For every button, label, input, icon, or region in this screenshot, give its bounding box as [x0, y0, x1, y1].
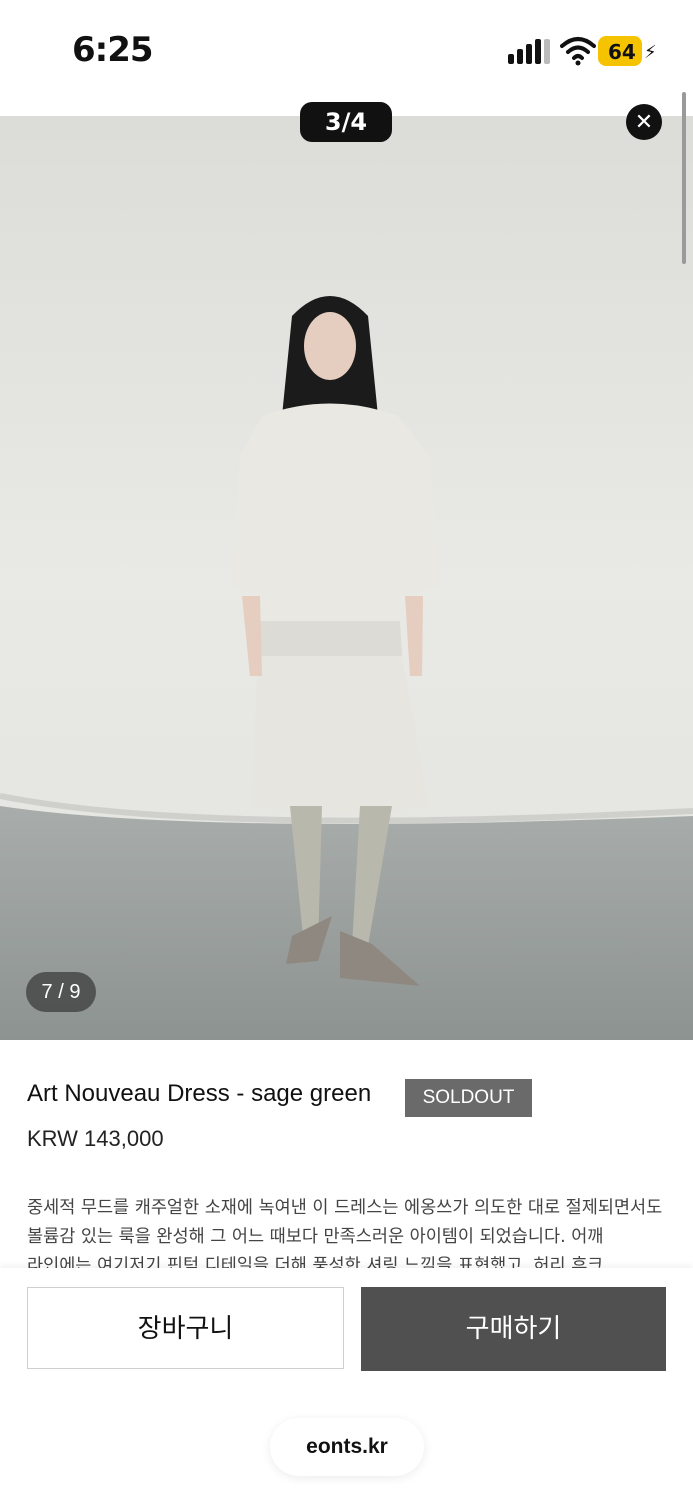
photo-counter: 7 / 9: [26, 972, 96, 1012]
close-icon[interactable]: ✕: [626, 104, 662, 140]
product-photo[interactable]: [0, 116, 693, 1040]
status-time: 6:25: [72, 30, 154, 70]
status-badge: SOLDOUT: [405, 1079, 532, 1117]
product-price: KRW 143,000: [27, 1126, 164, 1151]
charging-bolt-icon: ⚡: [644, 42, 657, 62]
product-photo-illustration: [0, 116, 693, 1040]
signal-icon: [508, 39, 550, 64]
wifi-icon: [560, 37, 596, 66]
buy-now-button[interactable]: 구매하기: [361, 1287, 666, 1371]
product-description: 중세적 무드를 캐주얼한 소재에 녹여낸 이 드레스는 에옹쓰가 의도한 대로 …: [27, 1198, 663, 1269]
battery-icon: 64 ⚡: [598, 36, 657, 66]
add-to-cart-button[interactable]: 장바구니: [27, 1287, 344, 1369]
status-bar: 6:25 64 ⚡: [0, 0, 693, 110]
scrollbar[interactable]: [682, 92, 686, 264]
battery-percent: 64: [608, 40, 636, 64]
gallery-counter: 3/4: [300, 102, 392, 142]
product-title: Art Nouveau Dress - sage green: [27, 1080, 372, 1107]
address-bar[interactable]: eonts.kr: [270, 1418, 424, 1476]
